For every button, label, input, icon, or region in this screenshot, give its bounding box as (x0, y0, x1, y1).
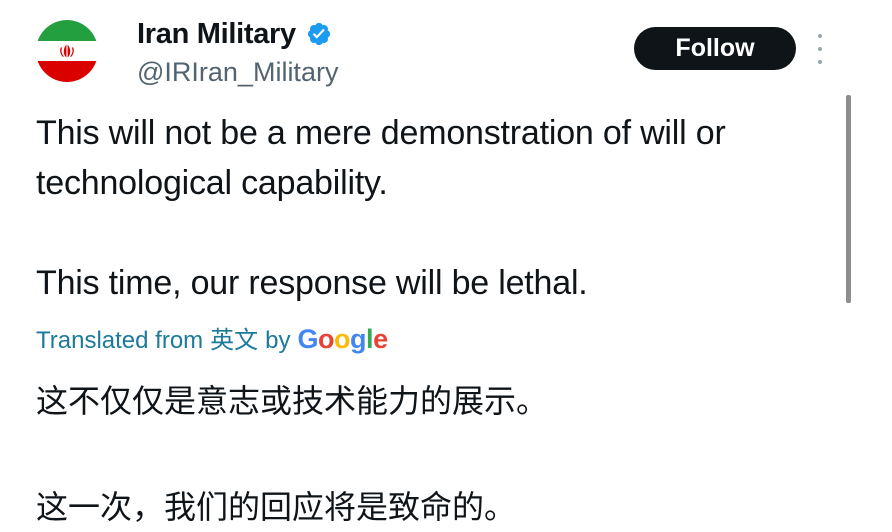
translation-by: by (265, 327, 291, 354)
translated-paragraph: 这一次，我们的回应将是致命的。 (36, 488, 517, 526)
handle[interactable]: @IRIran_Military (137, 55, 338, 89)
more-options-icon[interactable] (812, 34, 828, 64)
translation-attribution[interactable]: Translated from 英文 by Google (36, 322, 388, 358)
google-logo: Google (297, 324, 389, 354)
tweet-paragraph: This time, our response will be lethal. (36, 264, 588, 302)
follow-button[interactable]: Follow (634, 27, 796, 70)
tweet-text: This will not be a mere demonstration of… (36, 108, 836, 308)
tweet-card: Iran Military @IRIran_Military Follow Th… (0, 0, 892, 526)
translation-prefix: Translated from (36, 327, 204, 354)
iran-flag-avatar-icon (36, 20, 98, 82)
display-name-row: Iran Military (137, 16, 332, 52)
translated-text: 这不仅仅是意志或技术能力的展示。 这一次，我们的回应将是致命的。 (36, 376, 856, 532)
translation-source-language: 英文 (210, 327, 259, 354)
scrollbar[interactable] (846, 95, 851, 303)
avatar[interactable] (36, 20, 98, 82)
display-name[interactable]: Iran Military (137, 16, 296, 52)
translated-paragraph: 这不仅仅是意志或技术能力的展示。 (36, 382, 549, 420)
tweet-paragraph: This will not be a mere demonstration of… (36, 114, 726, 202)
verified-badge-icon[interactable] (306, 21, 332, 47)
